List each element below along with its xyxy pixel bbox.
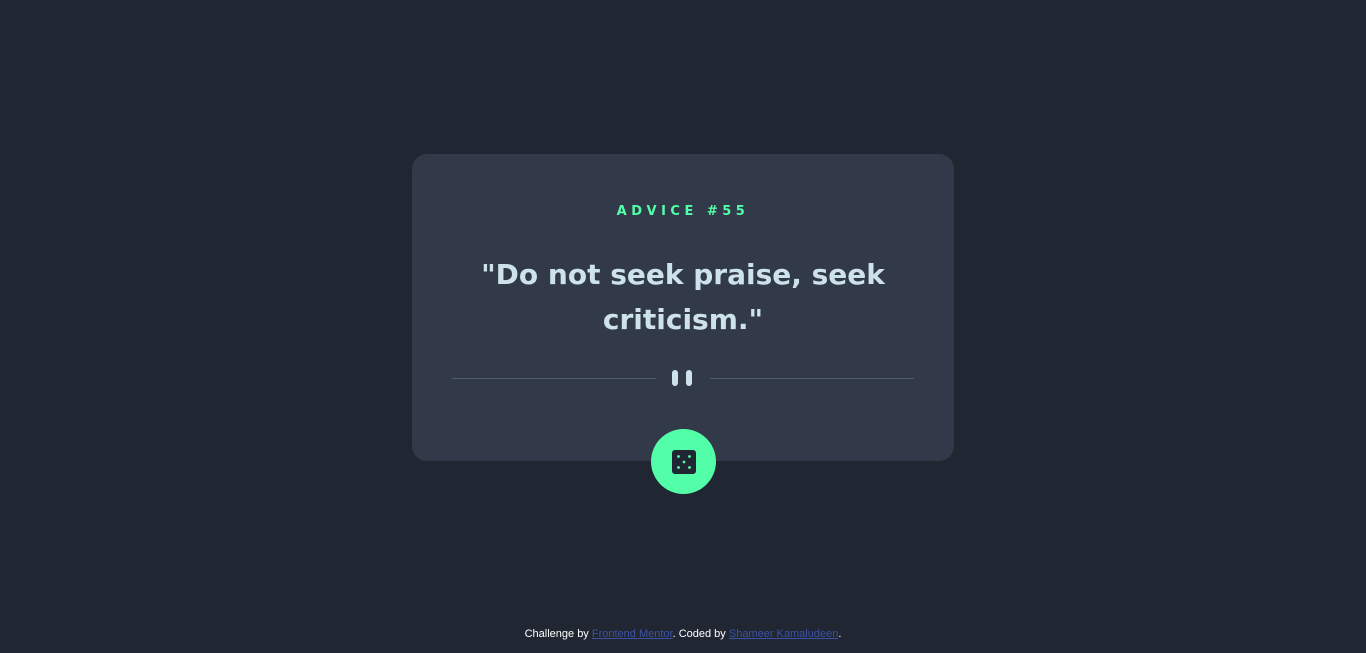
divider-line-left bbox=[452, 378, 656, 379]
author-link[interactable]: Shameer Kamaludeen bbox=[729, 628, 838, 640]
generate-advice-button[interactable] bbox=[651, 429, 716, 494]
pattern-divider bbox=[452, 370, 914, 386]
advice-id: ADVICE #55 bbox=[616, 204, 750, 219]
advice-quote: "Do not seek praise, seek criticism." bbox=[481, 258, 885, 336]
pause-icon bbox=[672, 370, 694, 386]
dice-icon bbox=[671, 449, 696, 474]
attribution-coded-prefix: . Coded by bbox=[672, 628, 726, 640]
attribution: Challenge by Frontend Mentor. Coded by S… bbox=[0, 626, 1366, 642]
divider-line-right bbox=[710, 378, 914, 379]
attribution-suffix: . bbox=[838, 628, 842, 640]
attribution-challenge-prefix: Challenge by bbox=[524, 628, 589, 640]
page: ADVICE #55 "Do not seek praise, seek cri… bbox=[0, 0, 1366, 653]
frontend-mentor-link[interactable]: Frontend Mentor bbox=[592, 628, 673, 640]
